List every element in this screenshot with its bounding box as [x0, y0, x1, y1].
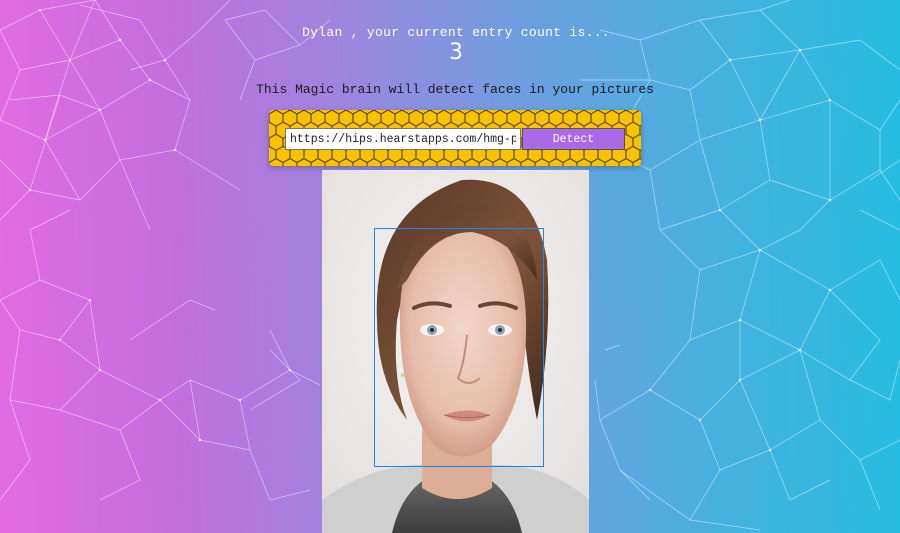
- entry-count-greeting: Dylan , your current entry count is...: [302, 25, 610, 40]
- page-tagline: This Magic brain will detect faces in yo…: [256, 82, 654, 97]
- face-bounding-box: [374, 228, 544, 467]
- face-photo: [322, 170, 589, 533]
- detect-button[interactable]: Detect: [522, 128, 625, 150]
- entry-count-value: 3: [449, 40, 463, 65]
- image-url-form: Detect: [269, 110, 641, 166]
- image-url-input[interactable]: [285, 128, 521, 150]
